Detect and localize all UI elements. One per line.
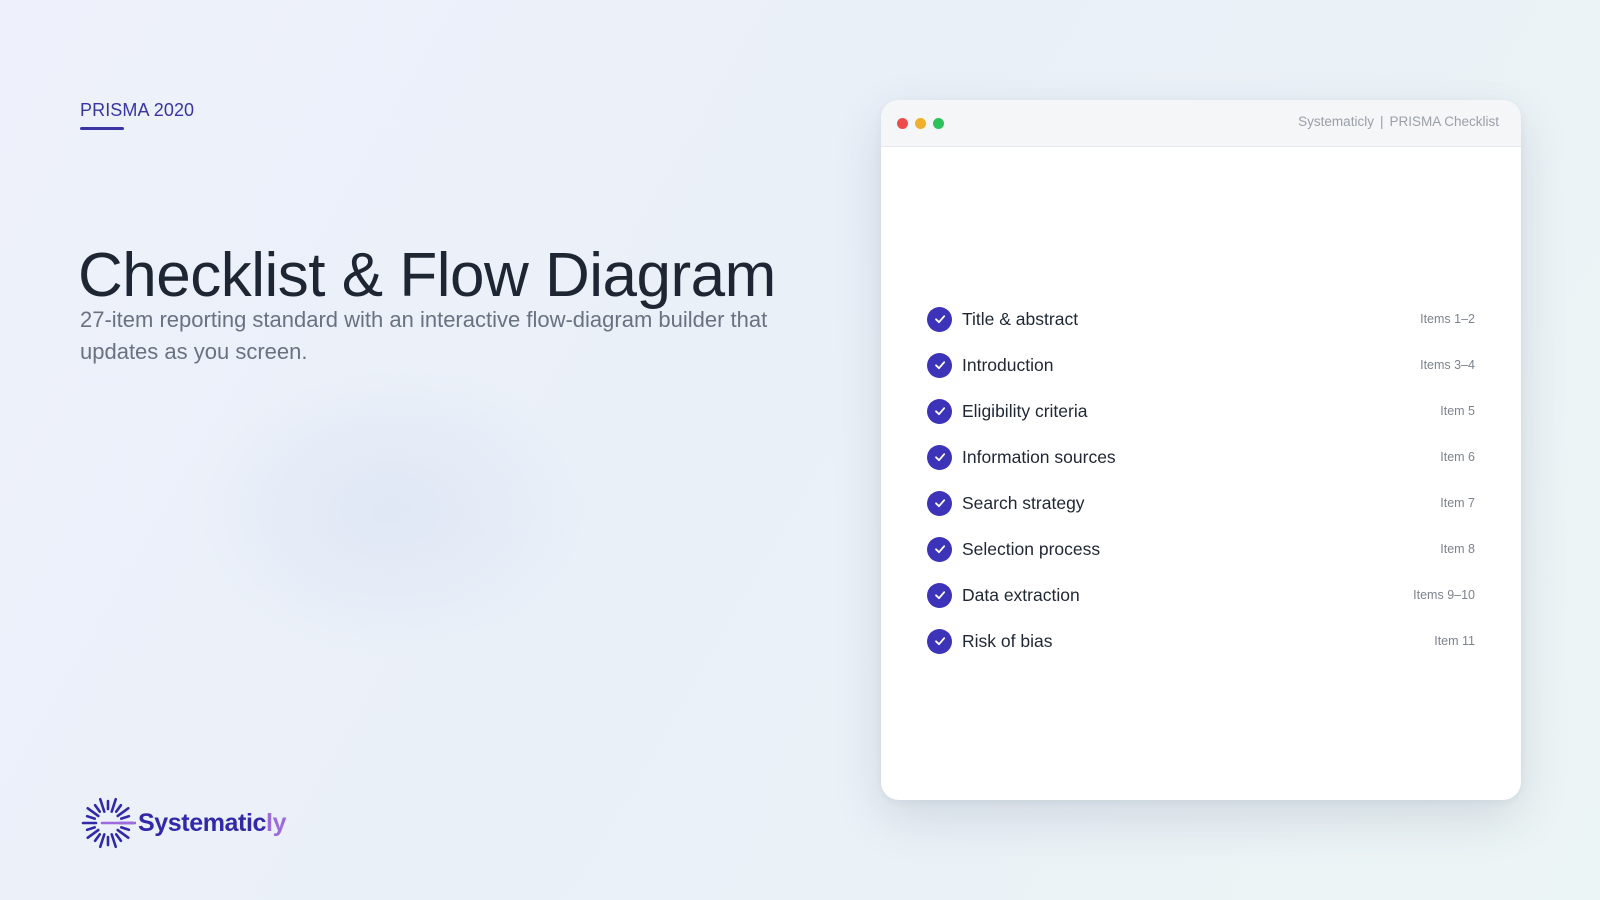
window-title-app: Systematicly — [1298, 114, 1374, 129]
checkmark-icon[interactable] — [927, 352, 952, 378]
page-subtitle: 27-item reporting standard with an inter… — [80, 307, 768, 364]
checklist-item-label: Risk of bias — [962, 630, 1053, 651]
logo-ray — [93, 803, 102, 813]
checklist-item[interactable]: Search strategy Item 7 — [927, 480, 1475, 526]
checklist-item-label: Information sources — [962, 446, 1116, 467]
checklist-item[interactable]: Introduction Items 3–4 — [927, 342, 1475, 388]
window-title-page: PRISMA Checklist — [1389, 114, 1499, 129]
window-title: Systematicly | PRISMA Checklist — [1298, 114, 1499, 129]
checklist-item-ref: Items 3–4 — [1420, 358, 1475, 372]
eyebrow-label: PRISMA 2020 — [80, 100, 195, 120]
page-title: Checklist & Flow Diagram — [78, 240, 776, 310]
background-glow — [180, 360, 600, 660]
eyebrow-underline — [80, 127, 124, 130]
checklist-item-label: Selection process — [962, 538, 1101, 559]
checklist-item-ref: Item 7 — [1440, 496, 1475, 510]
checklist-item[interactable]: Data extraction Items 9–10 — [927, 572, 1475, 618]
checklist-item-label: Title & abstract — [962, 308, 1079, 329]
checklist-item[interactable]: Selection process Item 8 — [927, 526, 1475, 572]
close-dot[interactable] — [897, 118, 908, 129]
checklist: Title & abstract Items 1–2 Introduction Ite… — [927, 296, 1475, 664]
checklist-item-label: Introduction — [962, 354, 1054, 375]
brand-name-accent: ly — [266, 808, 287, 837]
logo-ray — [110, 833, 118, 849]
checkmark-icon[interactable] — [927, 582, 952, 608]
checklist-item-ref: Item 5 — [1440, 404, 1475, 418]
brand-name: Systematicly — [138, 809, 286, 838]
logo-ray — [98, 833, 106, 849]
checkmark-icon[interactable] — [927, 490, 952, 516]
window-titlebar: Systematicly | PRISMA Checklist — [881, 100, 1521, 147]
logo-ray — [120, 826, 131, 832]
checklist-item-label: Search strategy — [962, 492, 1085, 513]
checklist-item[interactable]: Information sources Item 6 — [927, 434, 1475, 480]
logo-ray — [120, 814, 131, 820]
window-title-separator: | — [1379, 114, 1384, 129]
checkmark-icon[interactable] — [927, 444, 952, 470]
checklist-item[interactable]: Title & abstract Items 1–2 — [927, 296, 1475, 342]
checkmark-icon[interactable] — [927, 536, 952, 562]
brand-logo: Systematicly — [80, 795, 286, 851]
logo-ray — [114, 803, 123, 813]
checklist-item[interactable]: Risk of bias Item 11 — [927, 618, 1475, 664]
minimize-dot[interactable] — [915, 118, 926, 129]
app-window: Systematicly | PRISMA Checklist Title & ab… — [881, 100, 1521, 800]
logo-ray — [98, 797, 106, 813]
checklist-item-label: Data extraction — [962, 584, 1080, 605]
checklist-item-ref: Item 8 — [1440, 542, 1475, 556]
checklist-item-ref: Item 11 — [1434, 634, 1475, 648]
brand-name-main: Systematic — [138, 808, 267, 837]
checkmark-icon[interactable] — [927, 628, 952, 654]
checklist-item-ref: Items 9–10 — [1413, 588, 1475, 602]
logo-ray — [85, 826, 96, 832]
checklist-item-ref: Item 6 — [1440, 450, 1475, 464]
logo-ray — [114, 833, 123, 843]
checklist-item-label: Eligibility criteria — [962, 400, 1088, 421]
sunburst-logo-icon — [81, 797, 136, 849]
checkmark-icon[interactable] — [927, 306, 952, 332]
checklist-item[interactable]: Eligibility criteria Item 5 — [927, 388, 1475, 434]
logo-ray — [110, 797, 118, 813]
logo-ray — [93, 833, 102, 843]
checklist-item-ref: Items 1–2 — [1420, 312, 1475, 326]
checkmark-icon[interactable] — [927, 398, 952, 424]
logo-ray — [85, 814, 96, 820]
zoom-dot[interactable] — [933, 118, 944, 129]
